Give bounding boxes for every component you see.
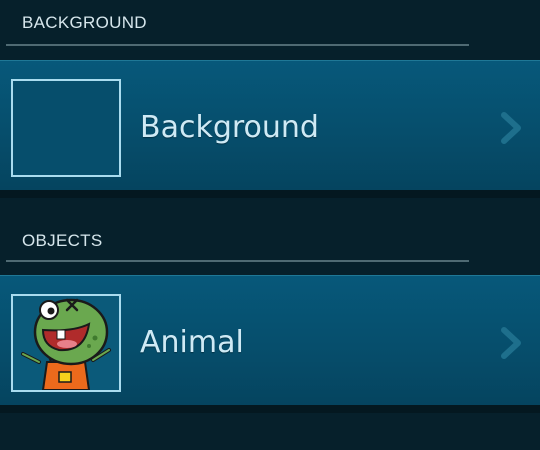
section-header-objects: OBJECTS <box>0 198 540 274</box>
list-item-label: Animal <box>140 325 244 360</box>
cartoon-monster-thumbnail <box>11 294 121 392</box>
section-header-background: BACKGROUND <box>0 0 540 60</box>
section-divider <box>6 260 469 262</box>
list-item-animal[interactable]: Animal <box>0 275 540 413</box>
monster-icon <box>21 298 111 390</box>
list-item-label: Background <box>140 110 319 145</box>
chevron-right-icon <box>501 327 521 359</box>
section-divider <box>6 44 469 46</box>
chevron-right-icon <box>501 112 521 144</box>
section-title: BACKGROUND <box>22 13 147 32</box>
list-item-background[interactable]: Background <box>0 60 540 198</box>
section-title: OBJECTS <box>22 231 103 250</box>
empty-square-thumbnail <box>11 79 121 177</box>
